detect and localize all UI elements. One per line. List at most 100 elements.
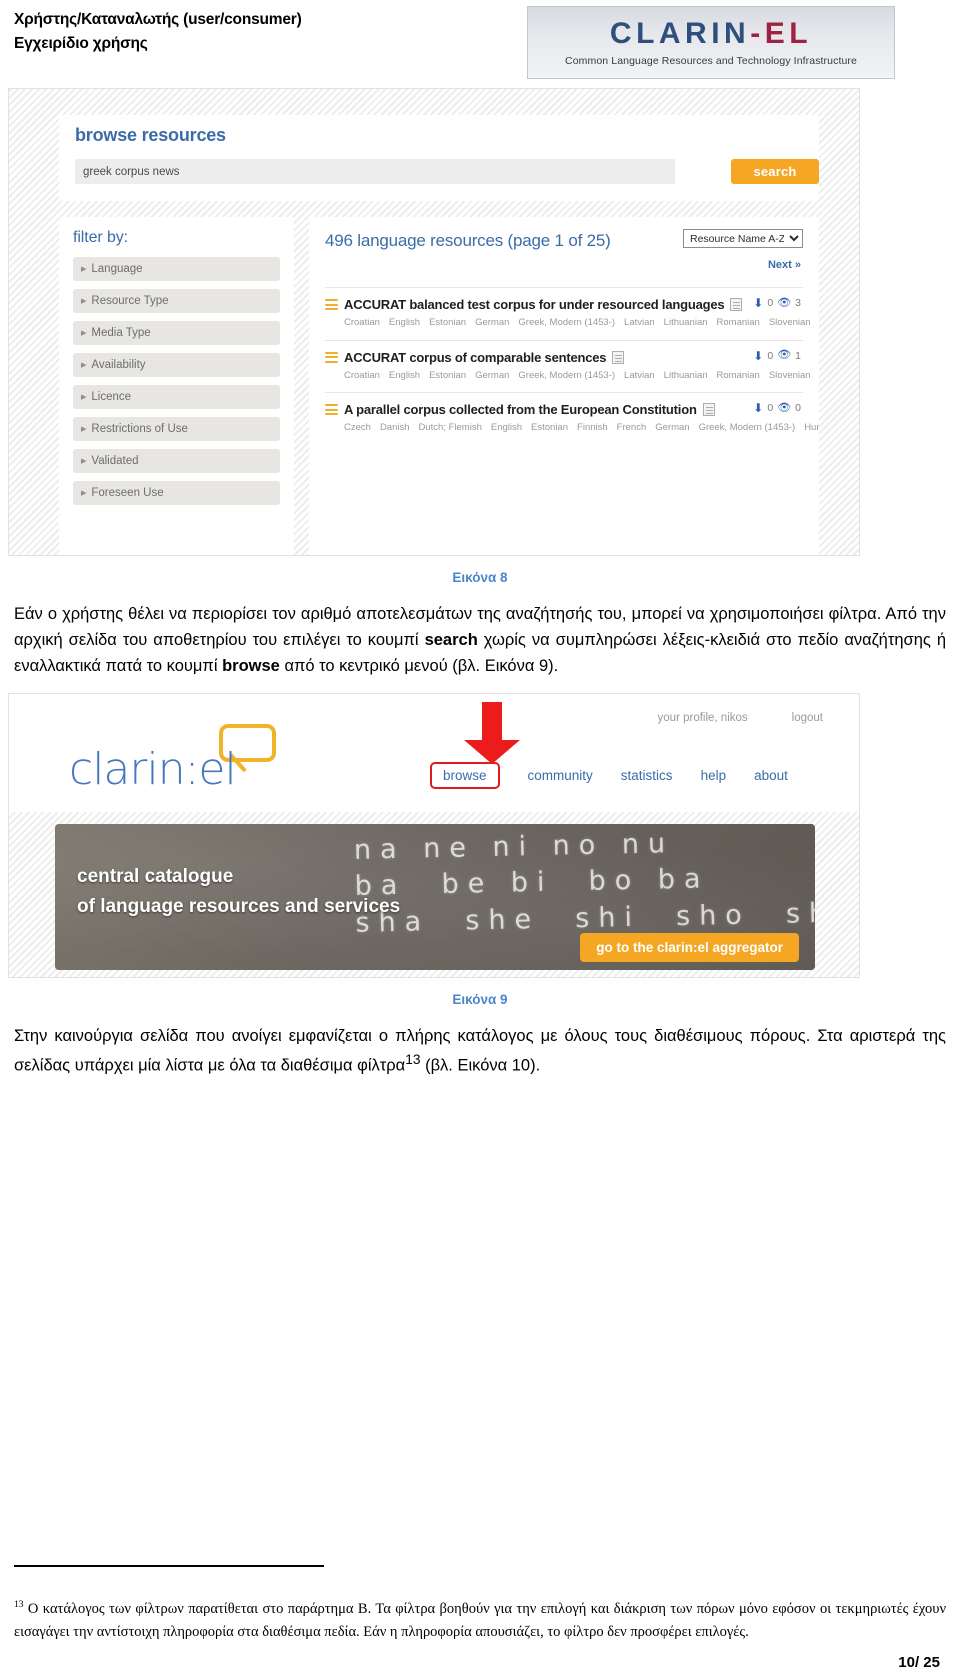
- filter-item-label: Foreseen Use: [91, 487, 164, 499]
- list-handle-icon: [325, 351, 338, 363]
- site-logo-text: clarin:el: [69, 744, 237, 796]
- clarin-el-site-logo[interactable]: clarin:el: [69, 724, 299, 794]
- hero-band: na ne ni no nu ba be bi bo ba sha she sh…: [9, 812, 859, 978]
- language-tag: Finnish: [577, 422, 608, 434]
- figure-9-caption: Εικόνα 9: [452, 992, 508, 1008]
- download-count: 0: [767, 297, 774, 309]
- filter-item-licence[interactable]: ▶ Licence: [73, 385, 280, 409]
- view-count: 1: [795, 349, 801, 362]
- language-tag: Estonian: [429, 369, 467, 381]
- browse-resources-heading: browse resources: [75, 125, 226, 145]
- language-tag: Romanian: [716, 369, 760, 381]
- page-number: 10/ 25: [898, 1654, 940, 1671]
- sort-order-select[interactable]: Resource Name A-Z Resource Name Z-A: [683, 229, 803, 248]
- filter-item-restrictions-of-use[interactable]: ▶ Restrictions of Use: [73, 417, 280, 441]
- filter-by-label: filter by:: [73, 229, 129, 246]
- filter-item-validated[interactable]: ▶ Validated: [73, 449, 280, 473]
- main-navigation: browse community statistics help about: [430, 762, 788, 790]
- footnote-reference-marker[interactable]: 13: [405, 1052, 420, 1067]
- chevron-right-icon: ▶: [81, 298, 87, 305]
- language-tag: Greek, Modern (1453-): [698, 422, 796, 434]
- download-icon: ⬇: [753, 401, 764, 416]
- language-tag: Croatian: [344, 317, 380, 328]
- next-page-link[interactable]: Next »: [768, 259, 801, 271]
- go-to-aggregator-button[interactable]: go to the clarin:el aggregator: [580, 933, 799, 963]
- language-tag: Dutch; Flemish: [418, 422, 482, 434]
- search-input[interactable]: [75, 159, 675, 184]
- filter-item-availability[interactable]: ▶ Availability: [73, 353, 280, 377]
- language-tag: German: [475, 317, 510, 328]
- nav-item-about[interactable]: about: [754, 768, 788, 783]
- hero-heading: central catalogue of language resources …: [77, 862, 400, 921]
- footnote-number: 13: [14, 1600, 24, 1611]
- your-profile-link[interactable]: your profile, nikos: [658, 712, 748, 724]
- clarin-el-wordmark: CLARIN-EL: [609, 16, 812, 50]
- language-tag: Slovenian: [768, 317, 811, 328]
- language-tag: Lithuanian: [663, 369, 708, 381]
- resource-row[interactable]: ACCURAT balanced test corpus for under r…: [325, 287, 811, 340]
- filter-item-label: Language: [91, 263, 143, 275]
- chevron-right-icon: ▶: [81, 458, 87, 465]
- hero-heading-line-2: of language resources and services: [77, 895, 401, 917]
- nav-item-help[interactable]: help: [701, 768, 727, 783]
- language-tag: Estonian: [531, 422, 569, 434]
- resource-languages: Croatian English Estonian German Greek, Mode…: [344, 369, 811, 384]
- resource-row[interactable]: ACCURAT corpus of comparable sentences ⬇…: [325, 339, 811, 393]
- filter-item-foreseen-use[interactable]: ▶ Foreseen Use: [73, 481, 280, 505]
- language-tag: English: [388, 369, 421, 381]
- filter-item-media-type[interactable]: ▶ Media Type: [73, 321, 280, 345]
- nav-item-browse[interactable]: browse: [430, 762, 500, 790]
- download-icon: ⬇: [753, 296, 764, 310]
- resource-row[interactable]: A parallel corpus collected from the Eur…: [325, 392, 819, 445]
- filter-panel: filter by: ▶ Language ▶ Resource Type ▶ …: [59, 217, 294, 555]
- filter-item-label: Restrictions of Use: [91, 423, 188, 435]
- language-tag: Slovenian: [768, 369, 811, 381]
- results-panel: 496 language resources (page 1 of 25) Re…: [309, 217, 819, 555]
- resource-title[interactable]: ACCURAT balanced test corpus for under r…: [344, 297, 725, 312]
- paragraph-1-bold-search: search: [424, 631, 478, 650]
- resource-stats: ⬇ 0 👁 0: [753, 402, 801, 414]
- resource-title[interactable]: A parallel corpus collected from the Eur…: [344, 402, 697, 417]
- footnote-text: Ο κατάλογος των φίλτρων παρατίθεται στο …: [14, 1601, 946, 1640]
- language-tag: Danish: [379, 422, 410, 434]
- language-tag: Greek, Modern (1453-): [518, 317, 616, 328]
- logo-word-clarin: CLARIN: [609, 16, 751, 50]
- download-count: 0: [767, 349, 774, 362]
- paragraph-1-bold-browse: browse: [222, 657, 280, 676]
- logo-word-dash: -: [750, 16, 765, 50]
- nav-item-statistics[interactable]: statistics: [621, 768, 673, 783]
- filter-item-language[interactable]: ▶ Language: [73, 257, 280, 281]
- results-header: 496 language resources (page 1 of 25) Re…: [325, 229, 803, 287]
- language-tag: Greek, Modern (1453-): [518, 369, 616, 381]
- nav-item-community[interactable]: community: [528, 768, 593, 783]
- download-count: 0: [767, 402, 774, 415]
- red-annotation-arrow-icon: [464, 702, 520, 765]
- paragraph-2-text-b: (βλ. Εικόνα 10).: [420, 1056, 541, 1075]
- filter-item-label: Licence: [91, 391, 132, 403]
- filter-item-label: Validated: [91, 455, 139, 467]
- language-tag: Hungarian: [804, 422, 819, 434]
- document-icon: [702, 403, 715, 417]
- eye-icon: 👁: [777, 349, 792, 362]
- filter-item-label: Availability: [91, 359, 146, 371]
- language-tag: Romanian: [716, 317, 760, 328]
- user-links: your profile, nikos logout: [658, 712, 823, 724]
- resource-languages: Czech Danish Dutch; Flemish English Estonian…: [344, 421, 819, 436]
- chevron-right-icon: ▶: [81, 490, 87, 497]
- figure-8-caption: Εικόνα 8: [452, 570, 508, 585]
- language-tag: French: [616, 422, 647, 434]
- clarin-el-tagline: Common Language Resources and Technology…: [565, 54, 857, 67]
- language-tag: English: [388, 317, 421, 328]
- logout-link[interactable]: logout: [792, 712, 823, 724]
- filter-item-label: Media Type: [91, 327, 151, 339]
- search-button[interactable]: search: [731, 159, 819, 184]
- filter-item-label: Resource Type: [91, 295, 169, 307]
- language-tag: Estonian: [429, 317, 467, 328]
- resource-title[interactable]: ACCURAT corpus of comparable sentences: [344, 350, 607, 365]
- language-tag: Latvian: [624, 317, 655, 328]
- language-tag: Lithuanian: [663, 317, 708, 328]
- chevron-right-icon: ▶: [81, 330, 87, 337]
- view-count: 0: [795, 402, 801, 415]
- download-icon: ⬇: [753, 348, 764, 363]
- filter-item-resource-type[interactable]: ▶ Resource Type: [73, 289, 280, 313]
